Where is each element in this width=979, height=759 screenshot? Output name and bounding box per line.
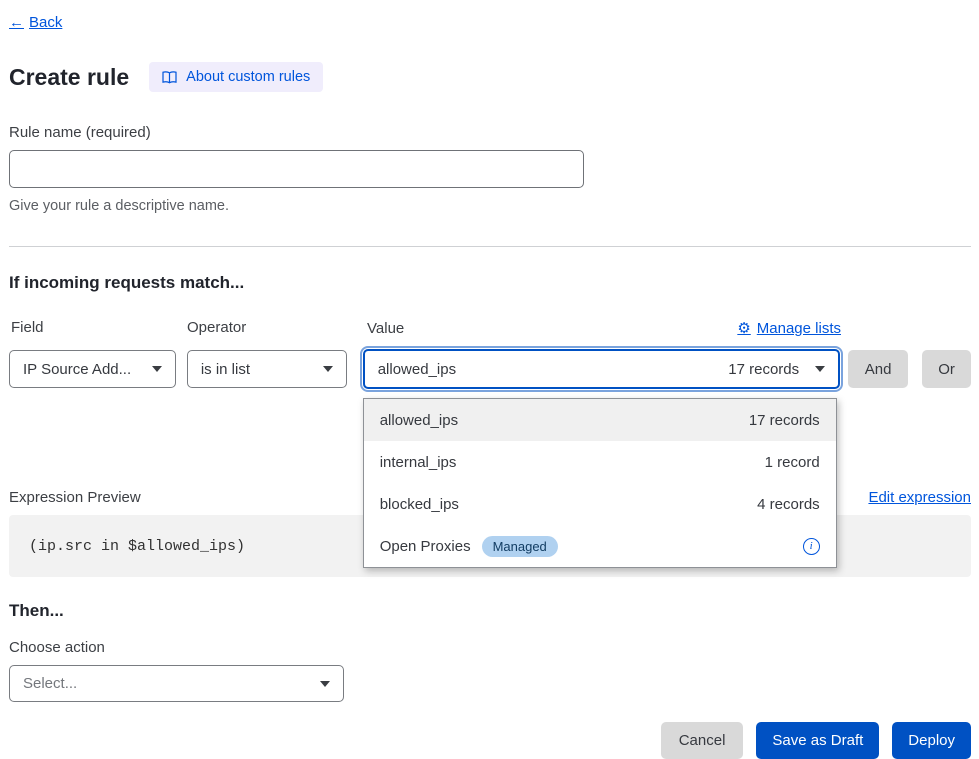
rule-name-helper: Give your rule a descriptive name. [9, 198, 971, 214]
info-icon[interactable]: i [803, 538, 820, 555]
value-selected-name: allowed_ips [378, 361, 729, 378]
page-title: Create rule [9, 64, 129, 91]
edit-expression-link[interactable]: Edit expression [868, 489, 971, 506]
create-rule-page: ← Back Create rule About custom rules Ru… [0, 0, 979, 759]
cancel-button[interactable]: Cancel [661, 722, 744, 759]
chevron-down-icon [320, 681, 330, 687]
dropdown-item-open-proxies[interactable]: Open Proxies Managed i [364, 525, 836, 567]
choose-action-label: Choose action [9, 639, 971, 656]
rule-name-label: Rule name (required) [9, 124, 971, 141]
about-custom-rules-link[interactable]: About custom rules [149, 62, 323, 92]
and-button[interactable]: And [848, 350, 908, 388]
back-link-label: Back [29, 14, 62, 31]
list-item-meta: 17 records [749, 412, 820, 429]
manage-lists-link[interactable]: ⚙ Manage lists [737, 319, 841, 337]
operator-select-value: is in list [201, 361, 250, 378]
divider [9, 246, 971, 247]
value-dropdown: allowed_ips 17 records internal_ips 1 re… [363, 398, 837, 568]
match-controls-row: IP Source Add... is in list allowed_ips … [9, 349, 971, 389]
list-item-name: allowed_ips [380, 412, 458, 429]
manage-lists-label: Manage lists [757, 320, 841, 337]
book-icon [162, 71, 177, 84]
expression-code: (ip.src in $allowed_ips) [29, 538, 245, 555]
dropdown-item-blocked-ips[interactable]: blocked_ips 4 records [364, 483, 836, 525]
back-link[interactable]: ← Back [9, 14, 62, 31]
chevron-down-icon [152, 366, 162, 372]
operator-label: Operator [187, 319, 363, 337]
operator-select[interactable]: is in list [187, 350, 347, 388]
list-item-meta: 4 records [757, 496, 820, 513]
about-custom-rules-label: About custom rules [186, 69, 310, 85]
chevron-down-icon [815, 366, 825, 372]
deploy-button[interactable]: Deploy [892, 722, 971, 759]
field-label: Field [9, 319, 187, 337]
chevron-down-icon [323, 366, 333, 372]
managed-badge: Managed [482, 536, 558, 557]
rule-name-input[interactable] [9, 150, 584, 188]
match-labels-row: Field Operator Value ⚙ Manage lists [9, 319, 971, 337]
match-section-title: If incoming requests match... [9, 273, 971, 293]
list-item-name: internal_ips [380, 454, 457, 471]
value-select-wrap: allowed_ips 17 records allowed_ips 17 re… [363, 349, 840, 389]
value-label: Value [367, 320, 404, 337]
list-item-name: blocked_ips [380, 496, 459, 513]
dropdown-item-internal-ips[interactable]: internal_ips 1 record [364, 441, 836, 483]
field-select-value: IP Source Add... [23, 361, 131, 378]
expression-preview-label: Expression Preview [9, 489, 141, 506]
title-row: Create rule About custom rules [9, 62, 971, 92]
list-item-meta: 1 record [765, 454, 820, 471]
back-arrow-icon: ← [9, 14, 24, 31]
then-section-title: Then... [9, 601, 971, 621]
field-select[interactable]: IP Source Add... [9, 350, 176, 388]
dropdown-item-allowed-ips[interactable]: allowed_ips 17 records [364, 399, 836, 441]
or-button[interactable]: Or [922, 350, 971, 388]
save-as-draft-button[interactable]: Save as Draft [756, 722, 879, 759]
list-item-name: Open Proxies [380, 538, 471, 555]
action-select-placeholder: Select... [23, 675, 77, 692]
action-select[interactable]: Select... [9, 665, 344, 702]
gear-icon: ⚙ [737, 319, 750, 337]
footer-actions: Cancel Save as Draft Deploy [9, 722, 971, 759]
value-selected-meta: 17 records [728, 361, 799, 378]
value-combobox[interactable]: allowed_ips 17 records [363, 349, 840, 389]
